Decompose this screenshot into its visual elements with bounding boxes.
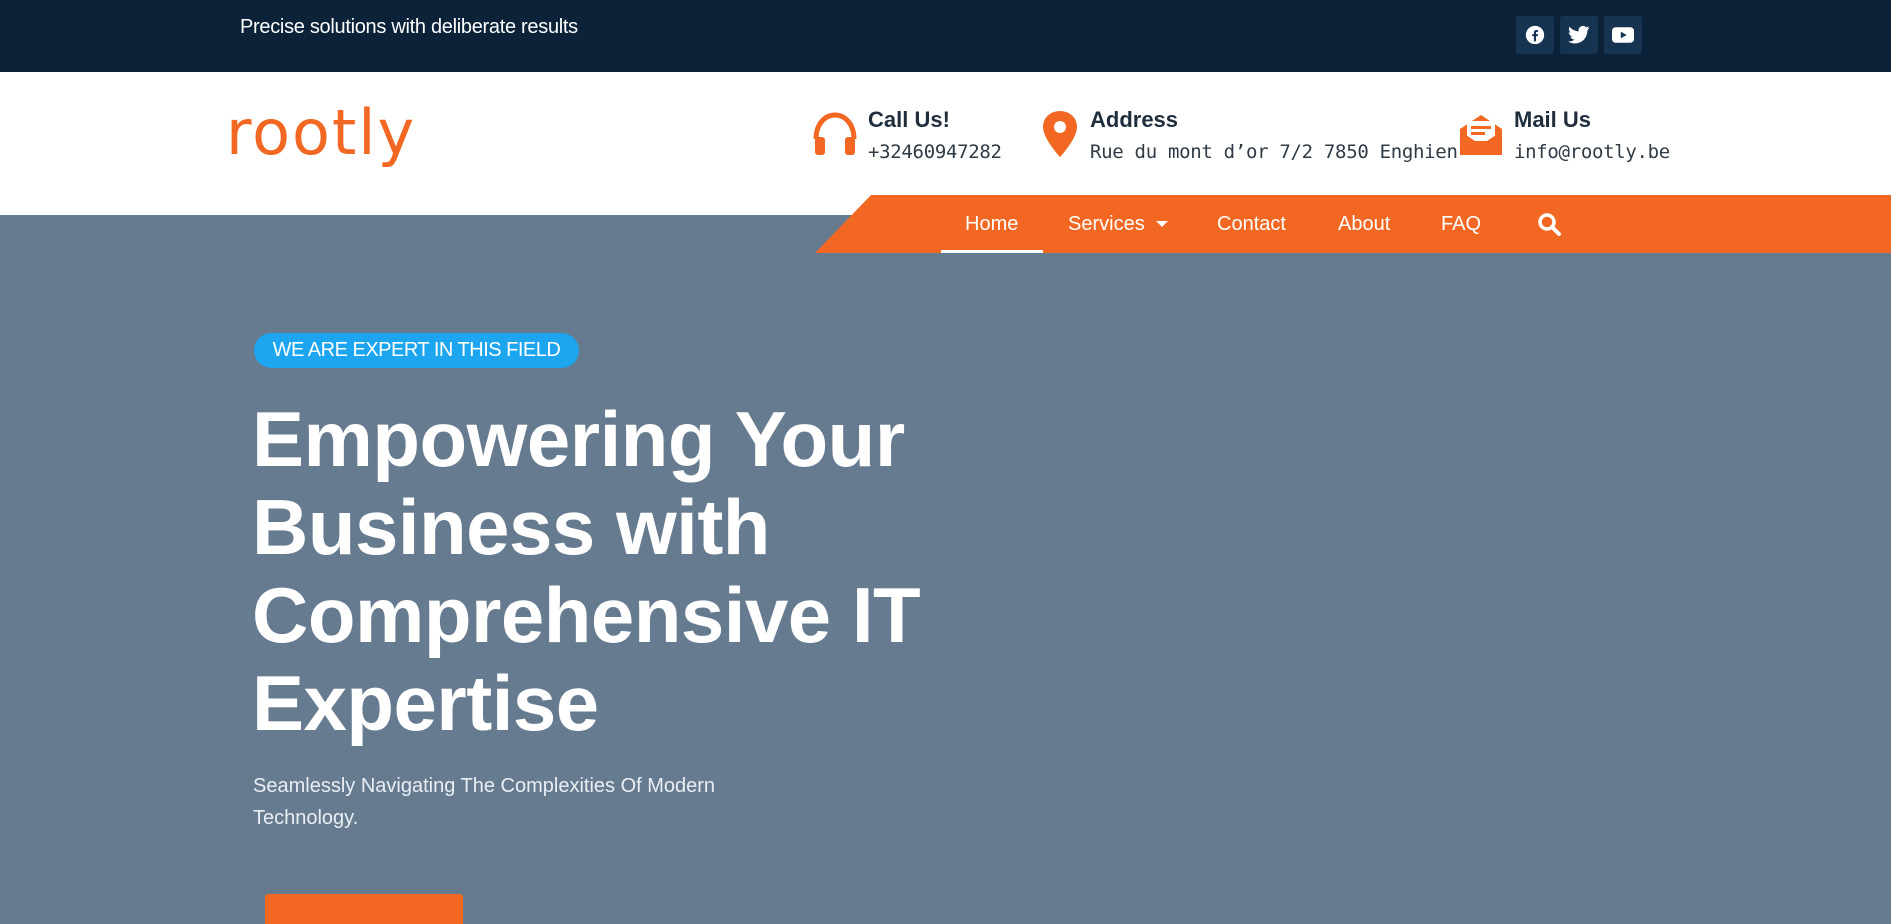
caret-down-icon [1155, 221, 1168, 227]
mail-open-icon [1460, 115, 1502, 155]
twitter-icon [1568, 25, 1590, 44]
hero-title: Empowering Your Business with Comprehens… [252, 395, 972, 747]
nav-contact[interactable]: Contact [1217, 195, 1286, 253]
hero-title-line: Expertise [252, 659, 599, 747]
facebook-button[interactable] [1516, 16, 1554, 54]
nav-home[interactable]: Home [965, 195, 1018, 253]
social-links [1516, 16, 1642, 54]
hero-title-line: Comprehensive IT [252, 571, 921, 659]
logo[interactable]: rootly [226, 96, 416, 169]
headphones-icon [813, 112, 857, 155]
contact-value: info@rootly.be [1514, 141, 1670, 163]
nav-services-label: Services [1068, 212, 1145, 235]
nav-faq[interactable]: FAQ [1441, 195, 1481, 253]
facebook-icon [1525, 25, 1545, 45]
twitter-button[interactable] [1560, 16, 1598, 54]
contact-call[interactable]: Call Us! +32460947282 [810, 107, 1002, 163]
tagline: Precise solutions with deliberate result… [240, 16, 578, 38]
hero-subtitle-line: Technology. [253, 807, 359, 829]
contact-title: Call Us! [868, 107, 950, 132]
hero-subtitle-line: Seamlessly Navigating The Complexities O… [253, 775, 716, 797]
youtube-icon [1612, 27, 1634, 43]
contact-title: Mail Us [1514, 107, 1592, 132]
contact-value: +32460947282 [868, 141, 1002, 163]
search-icon [1538, 213, 1561, 236]
nav-about[interactable]: About [1338, 195, 1390, 253]
map-pin-icon [1043, 111, 1077, 157]
hero-badge: WE ARE EXPERT IN THIS FIELD [254, 333, 579, 368]
hero-subtitle: Seamlessly Navigating The Complexities O… [253, 770, 773, 834]
search-button[interactable] [1537, 195, 1561, 253]
active-nav-indicator [941, 250, 1043, 253]
hero-title-line: Empowering Your [252, 395, 905, 483]
hero-cta-button[interactable] [265, 894, 463, 924]
contact-mail[interactable]: Mail Us info@rootly.be [1456, 107, 1670, 163]
youtube-button[interactable] [1604, 16, 1642, 54]
contact-address[interactable]: Address Rue du mont d’or 7/2 7850 Enghie… [1038, 107, 1458, 163]
nav-services[interactable]: Services [1068, 195, 1169, 253]
contact-value: Rue du mont d’or 7/2 7850 Enghien [1090, 141, 1458, 163]
contact-title: Address [1090, 107, 1179, 132]
hero-title-line: Business with [252, 483, 770, 571]
